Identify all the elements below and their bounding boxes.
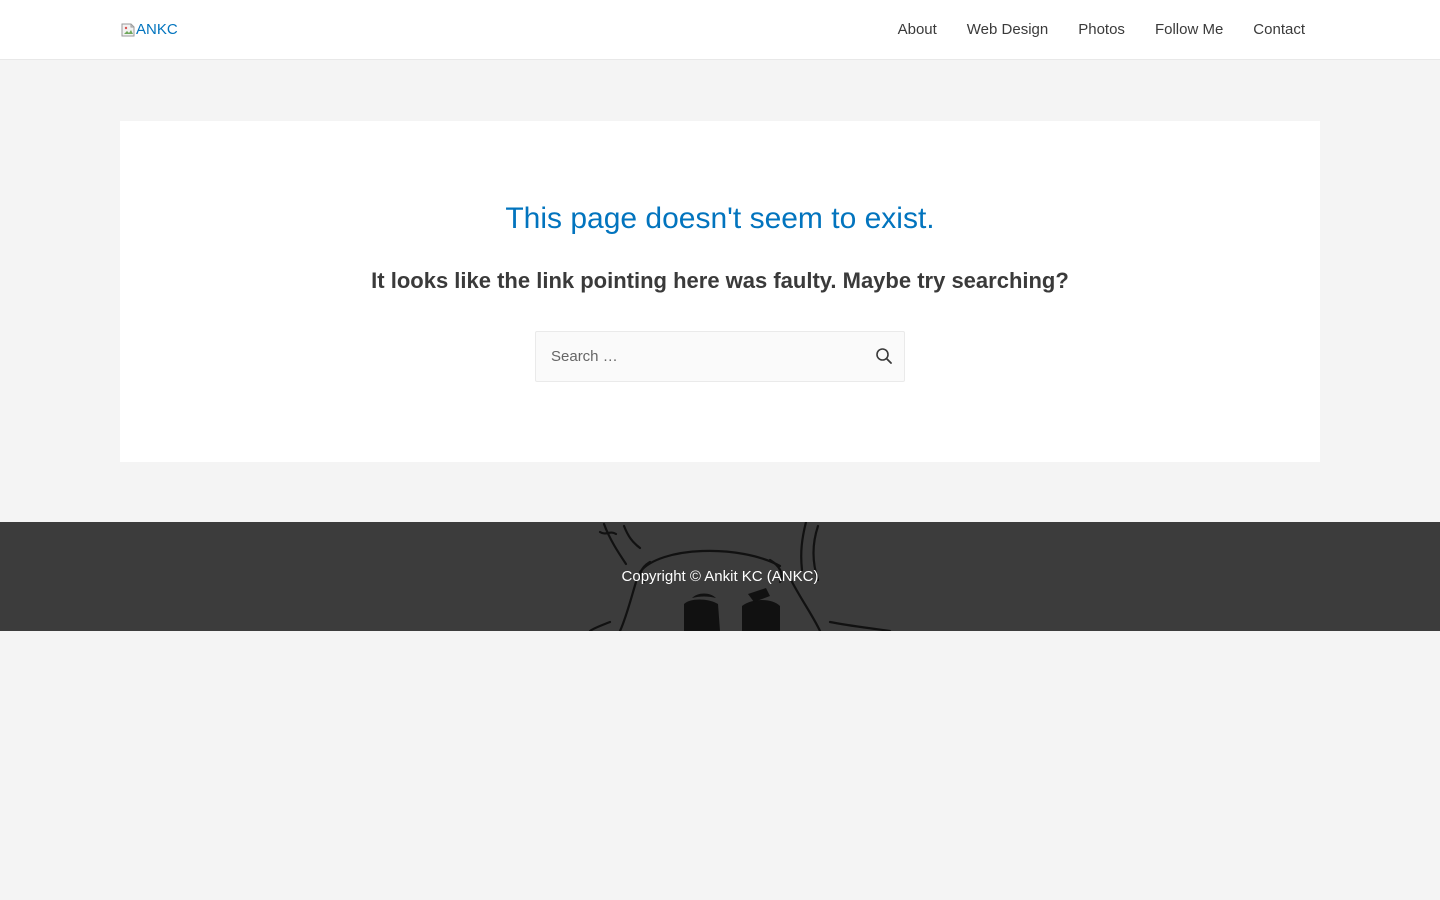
site-footer: Copyright © Ankit KC (ANKC) [0, 522, 1440, 631]
search-icon [874, 348, 894, 369]
search-input[interactable] [536, 332, 866, 381]
nav-item-web-design[interactable]: Web Design [952, 0, 1063, 60]
site-logo-link[interactable]: ANKC [120, 22, 178, 38]
search-form [535, 331, 905, 382]
search-submit-button[interactable] [874, 346, 894, 366]
nav-item-photos[interactable]: Photos [1063, 0, 1140, 60]
footer-copyright: Copyright © Ankit KC (ANKC) [621, 568, 819, 585]
nav-item-about[interactable]: About [883, 0, 952, 60]
logo-alt-text: ANKC [136, 21, 178, 38]
nav-item-contact[interactable]: Contact [1238, 0, 1320, 60]
error-404-card: This page doesn't seem to exist. It look… [120, 121, 1320, 462]
page-subtitle: It looks like the link pointing here was… [371, 268, 1069, 293]
nav-item-follow-me[interactable]: Follow Me [1140, 0, 1238, 60]
broken-image-icon [120, 22, 136, 38]
primary-nav: About Web Design Photos Follow Me Contac… [883, 0, 1320, 60]
page-title: This page doesn't seem to exist. [505, 202, 935, 235]
site-header: ANKC About Web Design Photos Follow Me C… [0, 0, 1440, 60]
